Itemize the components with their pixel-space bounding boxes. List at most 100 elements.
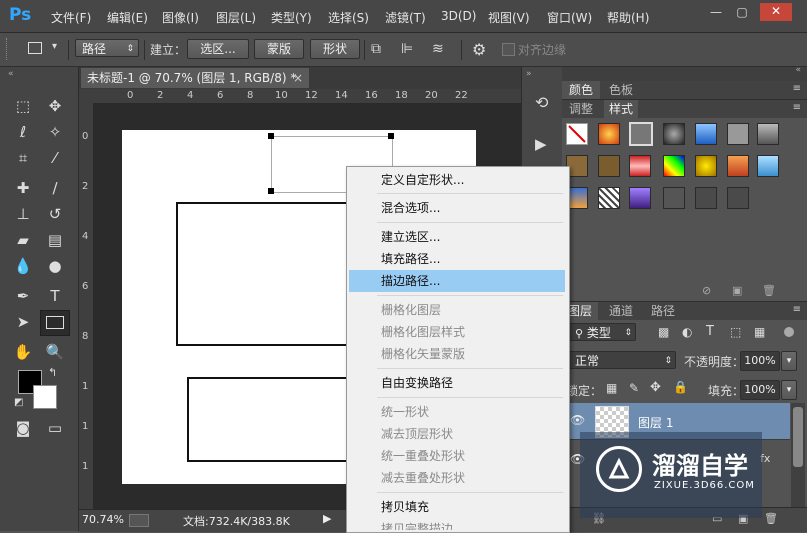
blur-tool-icon[interactable]: 💧 — [10, 255, 36, 277]
screen-mode-icon[interactable]: ▭ — [42, 417, 68, 439]
panel-menu-icon[interactable]: ≡ — [793, 304, 801, 315]
background-color-swatch[interactable] — [33, 385, 57, 409]
path-operations-icon[interactable]: ⧉ — [371, 41, 381, 57]
menu-image[interactable]: 图像(I) — [162, 9, 199, 26]
panel-menu-icon[interactable]: ≡ — [793, 83, 801, 94]
layer-filter-select[interactable]: ⚲ 类型 ⇕ — [568, 323, 636, 341]
status-icon[interactable] — [129, 514, 149, 527]
rectangle-tool-icon[interactable] — [40, 310, 70, 336]
healing-brush-tool-icon[interactable]: ✚ — [10, 177, 36, 199]
new-style-icon[interactable]: ▣ — [732, 284, 742, 297]
menu-view[interactable]: 视图(V) — [488, 9, 530, 26]
history-brush-tool-icon[interactable]: ↺ — [42, 203, 68, 225]
anchor-point[interactable] — [268, 133, 274, 139]
menu-make-selection[interactable]: 建立选区... — [349, 226, 565, 248]
magic-wand-tool-icon[interactable]: ✧ — [42, 121, 68, 143]
blend-mode-select[interactable]: 正常 ⇕ — [568, 351, 676, 369]
rectangle-shape[interactable] — [187, 377, 352, 462]
brush-tool-icon[interactable]: ∕ — [42, 177, 68, 199]
style-none-swatch[interactable] — [566, 123, 588, 145]
close-tab-icon[interactable]: × — [293, 68, 303, 88]
hand-tool-icon[interactable]: ✋ — [10, 341, 36, 363]
style-swatch[interactable] — [629, 155, 651, 177]
quick-mask-icon[interactable]: ◙ — [10, 417, 36, 439]
menu-blending-options[interactable]: 混合选项... — [349, 197, 565, 219]
menu-intersect-shapes[interactable]: 统一重叠处形状 — [349, 445, 565, 467]
menu-define-custom-shape[interactable]: 定义自定形状... — [349, 169, 565, 191]
menu-exclude-overlapping[interactable]: 减去重叠处形状 — [349, 467, 565, 489]
menu-3d[interactable]: 3D(D) — [441, 9, 476, 23]
style-swatch[interactable] — [598, 155, 620, 177]
style-swatch[interactable] — [629, 187, 651, 209]
layers-scrollbar[interactable] — [791, 403, 805, 523]
menu-rasterize-layer[interactable]: 栅格化图层 — [349, 299, 565, 321]
menu-rasterize-layer-style[interactable]: 栅格化图层样式 — [349, 321, 565, 343]
menu-edit[interactable]: 编辑(E) — [107, 9, 148, 26]
history-panel-icon[interactable]: ⟲ — [535, 93, 548, 112]
style-swatch[interactable] — [727, 187, 749, 209]
menu-filter[interactable]: 滤镜(T) — [385, 9, 426, 26]
clone-stamp-tool-icon[interactable]: ⊥ — [10, 203, 36, 225]
tab-channels[interactable]: 通道 — [604, 302, 638, 320]
style-swatch[interactable] — [663, 123, 685, 145]
menu-free-transform-path[interactable]: 自由变换路径 — [349, 372, 565, 394]
dodge-tool-icon[interactable]: ● — [42, 255, 68, 277]
menu-rasterize-vector-mask[interactable]: 栅格化矢量蒙版 — [349, 343, 565, 365]
rectangle-tool-preset-icon[interactable] — [28, 42, 42, 54]
filter-type-icon[interactable]: T — [706, 324, 714, 339]
filter-pixel-icon[interactable]: ▩ — [658, 325, 669, 339]
tab-color[interactable]: 颜色 — [562, 81, 600, 99]
menu-subtract-front-shape[interactable]: 减去顶层形状 — [349, 423, 565, 445]
menu-copy-complete-stroke[interactable]: 拷贝完整描边 — [349, 518, 565, 530]
document-tab[interactable]: 未标题-1 @ 70.7% (图层 1, RGB/8) * × — [81, 68, 309, 88]
collapse-panel-icon[interactable]: » — [526, 69, 532, 79]
lock-image-icon[interactable]: ✎ — [629, 381, 639, 395]
swap-colors-icon[interactable]: ↰ — [48, 366, 57, 379]
menu-unite-shapes[interactable]: 统一形状 — [349, 401, 565, 423]
make-shape-button[interactable]: 形状 — [310, 39, 360, 59]
actions-panel-icon[interactable]: ▶ — [535, 135, 547, 153]
tab-adjustments[interactable]: 调整 — [562, 100, 600, 118]
delete-style-icon[interactable]: 🗑 — [762, 284, 776, 297]
menu-window[interactable]: 窗口(W) — [547, 9, 592, 26]
type-tool-icon[interactable]: T — [42, 285, 68, 307]
eye-icon[interactable]: 👁 — [570, 413, 585, 427]
rectangle-shape[interactable] — [176, 202, 352, 346]
gradient-tool-icon[interactable]: ▤ — [42, 229, 68, 251]
gear-icon[interactable]: ⚙ — [472, 40, 486, 59]
tab-paths[interactable]: 路径 — [646, 302, 680, 320]
style-swatch[interactable] — [757, 155, 779, 177]
path-selection-tool-icon[interactable]: ➤ — [10, 311, 36, 333]
status-menu-arrow-icon[interactable]: ▶ — [323, 512, 331, 525]
make-selection-button[interactable]: 选区... — [187, 39, 249, 59]
restore-icon[interactable]: ▢ — [731, 4, 753, 20]
move-tool-icon[interactable]: ✥ — [42, 95, 68, 117]
opacity-input[interactable]: 100% — [740, 351, 780, 371]
crop-tool-icon[interactable]: ⌗ — [10, 147, 36, 169]
menu-file[interactable]: 文件(F) — [51, 9, 91, 26]
filter-adjustment-icon[interactable]: ◐ — [682, 325, 692, 339]
style-swatch-selected[interactable] — [629, 122, 653, 146]
eyedropper-tool-icon[interactable]: ⁄ — [42, 147, 68, 169]
collapse-panel-icon[interactable]: « — [795, 65, 801, 75]
tab-swatches[interactable]: 色板 — [604, 81, 638, 99]
zoom-tool-icon[interactable]: 🔍 — [42, 341, 68, 363]
style-swatch[interactable] — [695, 187, 717, 209]
fill-input[interactable]: 100% — [740, 380, 780, 400]
menu-select[interactable]: 选择(S) — [328, 9, 369, 26]
align-edges-checkbox[interactable] — [502, 43, 515, 56]
marquee-tool-icon[interactable]: ⬚ — [10, 95, 36, 117]
zoom-level[interactable]: 70.74% — [82, 513, 124, 526]
menu-copy-fill[interactable]: 拷贝填充 — [349, 496, 565, 518]
menu-layer[interactable]: 图层(L) — [216, 9, 256, 26]
menu-help[interactable]: 帮助(H) — [607, 9, 649, 26]
style-swatch[interactable] — [695, 123, 717, 145]
make-mask-button[interactable]: 蒙版 — [254, 39, 304, 59]
collapse-panel-icon[interactable]: « — [8, 69, 14, 79]
preset-dropdown-icon[interactable]: ▾ — [52, 41, 57, 52]
clear-style-icon[interactable]: ⊘ — [702, 284, 711, 297]
close-window-icon[interactable]: ✕ — [760, 3, 792, 21]
path-alignment-icon[interactable]: ⊫ — [401, 41, 413, 57]
tool-mode-select[interactable]: 路径 ⇕ — [75, 39, 139, 57]
style-swatch[interactable] — [598, 123, 620, 145]
